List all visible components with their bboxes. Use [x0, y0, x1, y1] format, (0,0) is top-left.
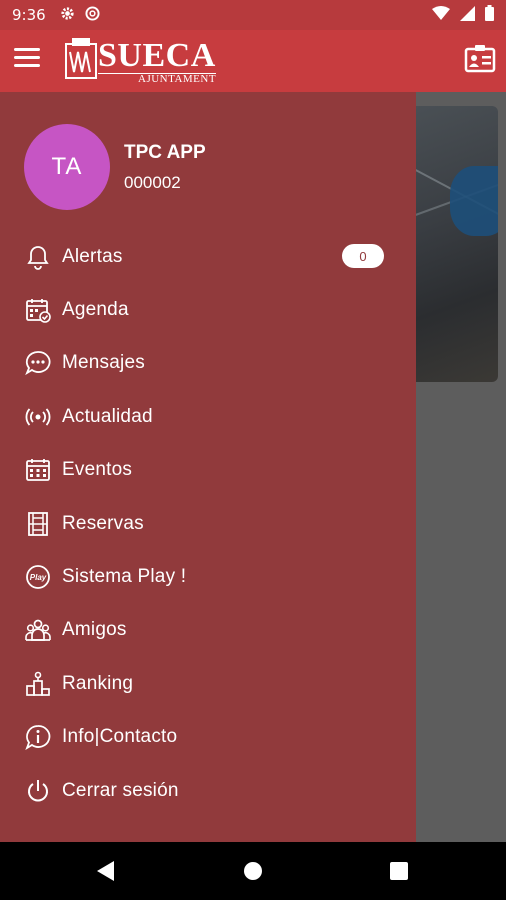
- menu-item-cerrar-sesion[interactable]: Cerrar sesión: [0, 764, 416, 817]
- menu-item-mensajes[interactable]: Mensajes: [0, 337, 416, 390]
- broadcast-icon: [24, 403, 52, 431]
- chat-bubble-icon: [24, 349, 52, 377]
- id-card-icon[interactable]: [464, 44, 496, 74]
- sueca-logo: SUECA AJUNTAMENT: [64, 36, 220, 86]
- menu-item-ranking[interactable]: Ranking: [0, 657, 416, 710]
- calendar-grid-icon: [24, 456, 52, 484]
- menu-item-amigos[interactable]: Amigos: [0, 604, 416, 657]
- back-triangle-icon[interactable]: [96, 860, 116, 887]
- menu-label: Sistema Play !: [62, 566, 187, 588]
- at-sign-icon: [85, 5, 100, 25]
- app-bar: SUECA AJUNTAMENT: [0, 30, 506, 92]
- calendar-check-icon: [24, 296, 52, 324]
- battery-icon: [485, 5, 494, 25]
- profile-name: TPC APP: [124, 141, 206, 163]
- hamburger-menu-icon[interactable]: [14, 48, 40, 70]
- home-circle-icon[interactable]: [243, 861, 263, 886]
- bell-icon: [24, 243, 52, 271]
- recents-square-icon[interactable]: [390, 862, 408, 885]
- info-icon: [24, 723, 52, 751]
- menu-label: Eventos: [62, 459, 133, 481]
- menu-item-alertas[interactable]: Alertas 0: [0, 230, 416, 283]
- profile-header: TA TPC APP 000002: [24, 124, 206, 210]
- people-icon: [24, 616, 52, 644]
- status-time: 9:36: [12, 6, 46, 24]
- court-icon: [24, 510, 52, 538]
- menu-label: Actualidad: [62, 405, 153, 427]
- alerts-count-badge: 0: [342, 244, 384, 268]
- menu-item-sistema-play[interactable]: Play Sistema Play !: [0, 550, 416, 603]
- menu-label: Alertas: [62, 245, 123, 267]
- profile-code: 000002: [124, 172, 181, 192]
- signal-icon: [460, 5, 475, 25]
- logo-title: SUECA: [98, 37, 216, 74]
- menu-item-reservas[interactable]: Reservas: [0, 497, 416, 550]
- power-icon: [24, 777, 52, 805]
- system-nav-bar: [0, 842, 506, 900]
- menu-label: Cerrar sesión: [62, 779, 179, 801]
- podium-icon: [24, 670, 52, 698]
- drawer-menu: Alertas 0 Agenda Mensajes Actualidad Eve…: [0, 230, 416, 817]
- navigation-drawer: TA TPC APP 000002 Alertas 0 Agenda Mensa…: [0, 92, 416, 842]
- menu-label: Reservas: [62, 512, 144, 534]
- status-bar: 9:36: [0, 0, 506, 30]
- wifi-icon: [432, 5, 450, 25]
- avatar[interactable]: TA: [24, 124, 110, 210]
- logo-subtitle: AJUNTAMENT: [138, 73, 217, 85]
- menu-item-agenda[interactable]: Agenda: [0, 283, 416, 336]
- svg-text:Play: Play: [30, 573, 47, 582]
- menu-item-info-contacto[interactable]: Info|Contacto: [0, 711, 416, 764]
- menu-item-eventos[interactable]: Eventos: [0, 444, 416, 497]
- menu-label: Agenda: [62, 299, 129, 321]
- menu-label: Amigos: [62, 619, 127, 641]
- play-badge-icon: Play: [24, 563, 52, 591]
- menu-label: Mensajes: [62, 352, 145, 374]
- menu-label: Ranking: [62, 672, 134, 694]
- menu-label: Info|Contacto: [62, 726, 178, 748]
- content-photo: [410, 106, 498, 382]
- menu-item-actualidad[interactable]: Actualidad: [0, 390, 416, 443]
- gear-icon: [60, 6, 75, 25]
